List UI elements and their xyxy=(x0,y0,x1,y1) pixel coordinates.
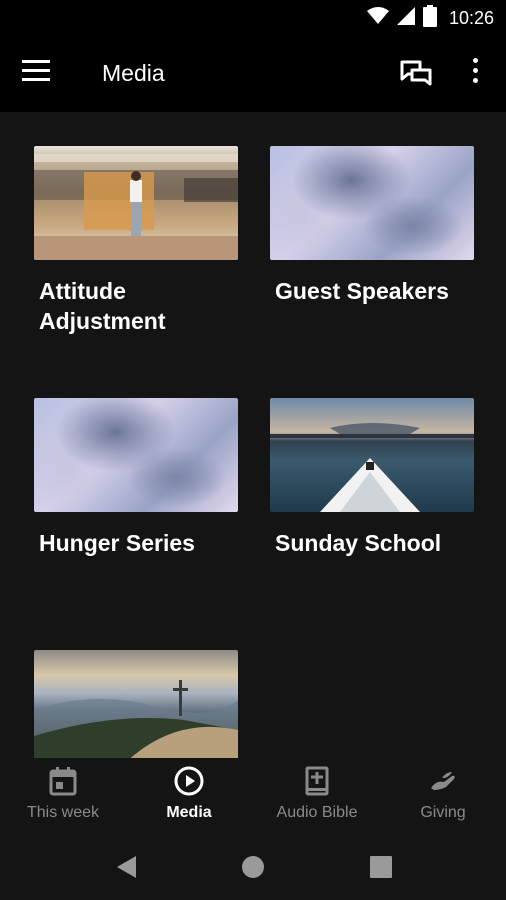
mountain-cross-photo xyxy=(34,650,238,758)
card-title: Sunday School xyxy=(275,530,442,556)
battery-icon xyxy=(422,4,437,32)
nav-item-media[interactable]: Media xyxy=(126,758,252,834)
cell-signal-icon xyxy=(396,6,415,30)
nav-item-audio-bible[interactable]: Audio Bible xyxy=(254,758,380,834)
screen: 10:26 Media Attitude Adjustment Guest Sp… xyxy=(0,0,506,900)
chat-icon[interactable] xyxy=(400,60,434,90)
menu-icon[interactable] xyxy=(22,60,56,88)
media-card-sunday-school[interactable]: Sunday School xyxy=(270,398,474,558)
app-bar: Media xyxy=(0,36,506,112)
card-title: Guest Speakers xyxy=(275,278,449,304)
card-title: Hunger Series xyxy=(39,530,195,556)
status-time: 10:26 xyxy=(448,7,494,28)
card-title: Attitude Adjustment xyxy=(39,278,166,334)
home-icon[interactable] xyxy=(240,854,266,880)
nav-label: This week xyxy=(26,804,100,821)
giving-hand-icon xyxy=(428,766,458,796)
nav-item-giving[interactable]: Giving xyxy=(380,758,506,834)
back-icon[interactable] xyxy=(114,854,140,880)
calendar-icon xyxy=(48,766,78,796)
media-card-attitude-adjustment[interactable]: Attitude Adjustment xyxy=(34,146,238,336)
wifi-icon xyxy=(366,6,389,30)
bottom-navigation: This week Media Audio Bible Giving xyxy=(0,758,506,834)
more-options-icon[interactable] xyxy=(466,58,484,90)
page-title: Media xyxy=(102,60,165,86)
kayak-lake-photo xyxy=(270,398,474,512)
media-grid: Attitude Adjustment Guest Speakers Hunge… xyxy=(0,112,506,758)
media-card-hunger-series[interactable]: Hunger Series xyxy=(34,398,238,558)
nav-label: Media xyxy=(166,804,212,821)
status-bar: 10:26 xyxy=(0,0,506,36)
status-icons: 10:26 xyxy=(366,4,494,32)
media-card-mountain[interactable] xyxy=(34,650,238,758)
nav-item-this-week[interactable]: This week xyxy=(0,758,126,834)
system-navigation xyxy=(0,834,506,900)
bible-icon xyxy=(302,766,332,796)
recents-icon[interactable] xyxy=(368,854,394,880)
train-platform-photo xyxy=(34,146,238,260)
cloudy-sky-photo xyxy=(270,146,474,260)
cloudy-sky-photo xyxy=(34,398,238,512)
media-card-guest-speakers[interactable]: Guest Speakers xyxy=(270,146,474,306)
nav-label: Giving xyxy=(420,804,466,821)
nav-label: Audio Bible xyxy=(276,804,358,821)
play-circle-icon xyxy=(174,766,204,796)
